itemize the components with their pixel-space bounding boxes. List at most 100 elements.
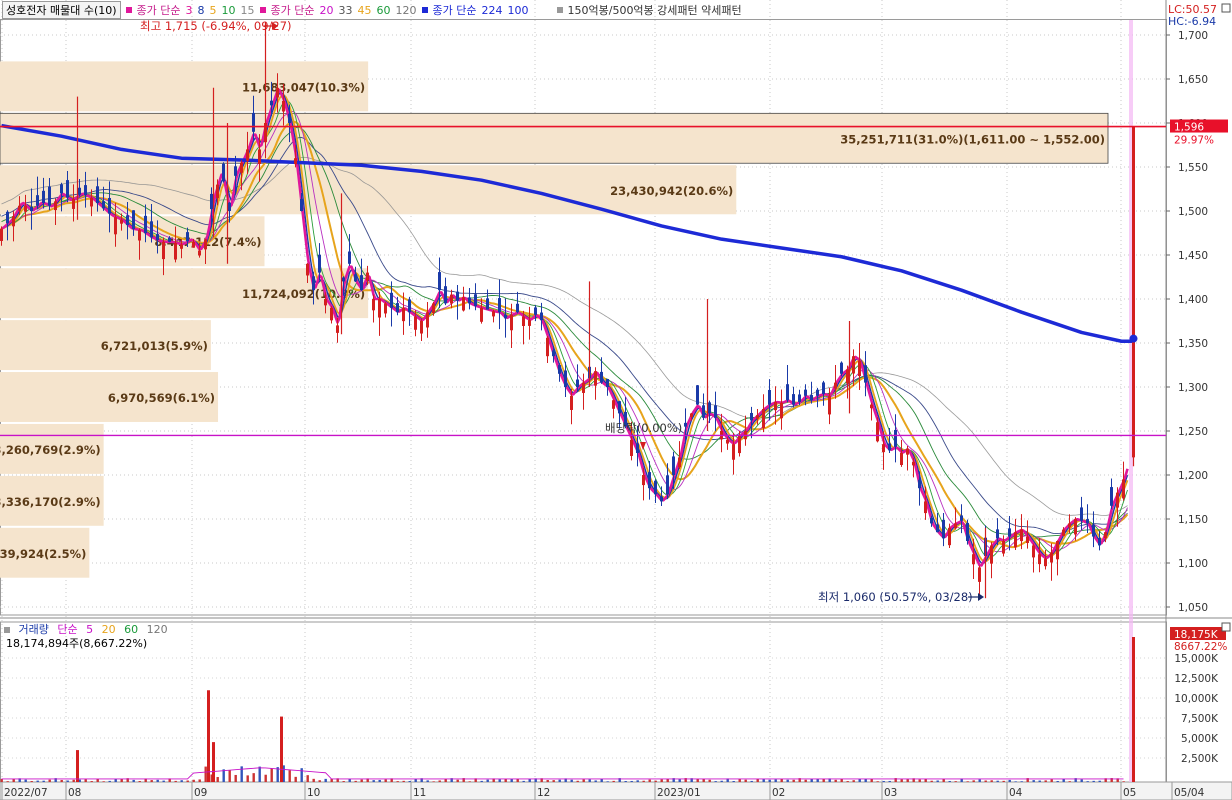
price-tick-label: 1,300: [1178, 382, 1208, 394]
candle-body: [1122, 479, 1125, 499]
volume-bar: [12, 779, 15, 782]
volume-bar: [270, 768, 273, 782]
volume-bar: [252, 773, 255, 782]
pattern-label[interactable]: 150억봉/500억봉 강세패턴 약세패턴: [568, 2, 742, 18]
hc-label: HC:-6.94: [1168, 15, 1216, 28]
volume-bar: [606, 781, 609, 782]
price-tick-label: 1,350: [1178, 338, 1208, 350]
chart-title[interactable]: 성호전자 매물대 수(10): [2, 1, 121, 19]
candle-body: [978, 567, 981, 582]
candle-body: [612, 400, 615, 409]
candle-body: [1020, 529, 1023, 542]
candle-body: [990, 545, 993, 564]
candle-body: [360, 275, 363, 291]
price-tick-label: 1,450: [1178, 250, 1208, 262]
ma-group1-label[interactable]: 종가 단순: [137, 2, 181, 18]
volume-bar: [768, 779, 771, 782]
candle-body: [738, 435, 741, 454]
volume-bar: [1044, 780, 1047, 782]
candle-body: [846, 369, 849, 384]
candle-body: [66, 180, 69, 198]
ma-period-33: 33: [338, 3, 353, 17]
candle-body: [450, 294, 453, 304]
volume-bar: [762, 779, 765, 782]
volume-bar: [1050, 779, 1053, 782]
volume-bar: [708, 779, 711, 782]
candle-body: [372, 299, 375, 311]
ma-period-120: 120: [395, 3, 417, 17]
date-tick-label: 04: [1009, 787, 1023, 799]
volume-profile-label: 3,336,170(2.9%): [0, 495, 101, 509]
candle-body: [1002, 541, 1005, 554]
candle-body: [120, 219, 123, 224]
candle-body: [570, 395, 573, 410]
candle-body: [180, 244, 183, 249]
volume-bar: [240, 766, 243, 782]
candle-body: [696, 385, 699, 405]
candle-body: [312, 276, 315, 291]
candle-body: [912, 461, 915, 466]
candle-body: [288, 113, 291, 123]
candle-body: [354, 274, 357, 282]
candle-body: [966, 522, 969, 541]
volume-bar: [594, 780, 597, 782]
date-tick-label: 11: [413, 787, 426, 799]
volume-bar: [90, 781, 93, 782]
candle-body: [282, 101, 285, 112]
volume-bar: [300, 768, 303, 782]
ma-period-100: 100: [507, 3, 529, 17]
candle-body: [168, 237, 171, 242]
candle-body: [1068, 523, 1071, 528]
volume-bar: [1068, 781, 1071, 782]
candle-body: [198, 250, 201, 256]
volume-bar: [642, 780, 645, 782]
candle-body: [528, 320, 531, 326]
ma-period-224: 224: [481, 3, 503, 17]
candle-body: [768, 389, 771, 405]
candle-body: [840, 362, 843, 374]
volume-bar: [108, 780, 111, 782]
volume-bar: [24, 779, 27, 782]
ma-group3-label[interactable]: 종가 단순: [433, 2, 477, 18]
volume-bar: [1020, 781, 1023, 782]
volume-bar: [192, 779, 195, 782]
volume-spike: [212, 742, 215, 782]
candle-body: [438, 272, 441, 291]
volume-bar: [306, 775, 309, 782]
volume-bar: [930, 780, 933, 782]
candle-body: [36, 195, 39, 206]
volume-bar: [678, 779, 681, 782]
candle-body: [90, 197, 93, 207]
close-icon: [1221, 622, 1231, 632]
candle-body: [156, 234, 159, 241]
candle-body: [12, 216, 15, 227]
volume-bar: [84, 779, 87, 782]
candle-body: [642, 475, 645, 486]
candle-body: [630, 439, 633, 456]
volume-bar: [654, 780, 657, 782]
candle-body: [858, 360, 861, 377]
volume-bar: [666, 778, 669, 782]
chart-canvas[interactable]: 35,251,711(31.0%)(1,611.00 ~ 1,552.00) 23…: [0, 0, 1232, 800]
volume-bar: [984, 780, 987, 782]
candle-body: [792, 394, 795, 405]
legend-bar: 성호전자 매물대 수(10) 종가 단순 3 8 5 10 15 종가 단순 2…: [0, 0, 1166, 20]
candle-body: [510, 314, 513, 331]
ma-group2-label[interactable]: 종가 단순: [271, 2, 315, 18]
candle-body: [1056, 541, 1059, 560]
candle-body: [102, 201, 105, 209]
volume-bar: [486, 779, 489, 782]
volume-bar: [936, 780, 939, 782]
volume-bar: [852, 780, 855, 782]
volume-profile-label: 6,721,013(5.9%): [101, 339, 208, 353]
candle-body: [270, 100, 273, 106]
candle-body: [78, 187, 81, 195]
candle-body: [252, 112, 255, 132]
volume-bar: [1008, 779, 1011, 782]
volume-bar: [378, 779, 381, 782]
candle-body: [882, 444, 885, 453]
candle-body: [1032, 545, 1035, 558]
date-tick-label: 10: [307, 787, 320, 799]
volume-bar: [630, 780, 633, 782]
candle-body: [702, 405, 705, 418]
